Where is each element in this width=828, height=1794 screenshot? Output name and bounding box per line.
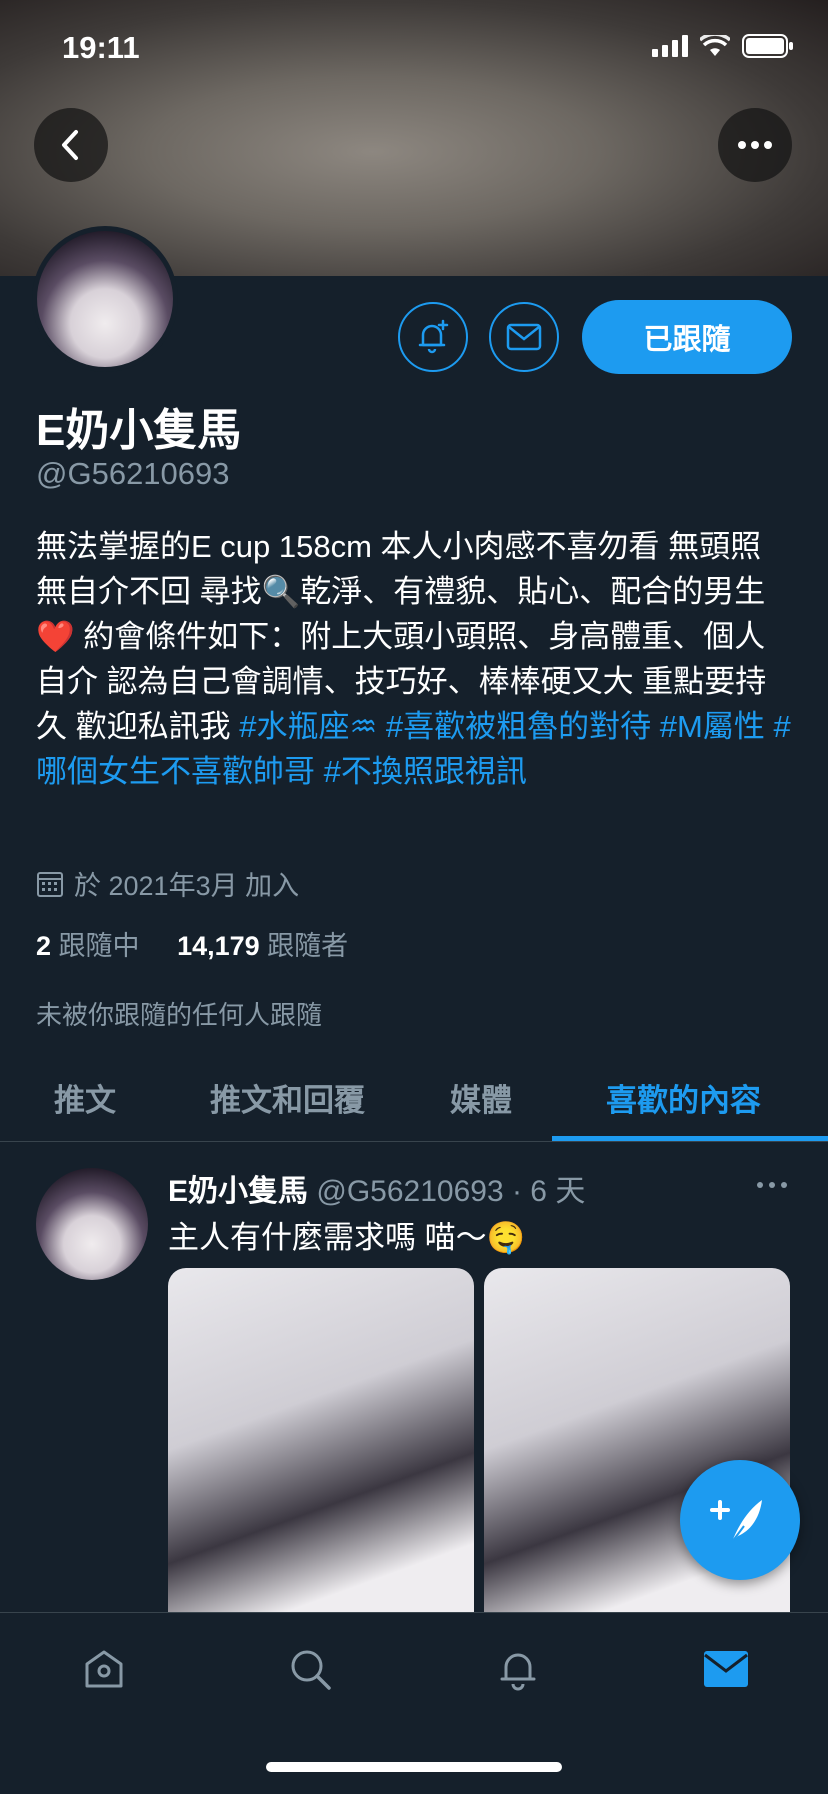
- profile-name: E奶小隻馬: [36, 406, 242, 455]
- following-label: 跟隨中: [58, 931, 140, 961]
- bell-plus-icon: [418, 319, 449, 354]
- bell-icon: [500, 1653, 536, 1691]
- tweet-handle: @G56210693: [316, 1175, 504, 1208]
- tweet-time: · 6 天: [511, 1175, 586, 1208]
- tab-likes[interactable]: 喜歡的內容: [606, 1075, 761, 1120]
- more-button[interactable]: [718, 108, 792, 182]
- mail-icon: [704, 1651, 748, 1687]
- not-followed-note: 未被你跟隨的任何人跟隨: [36, 1000, 323, 1030]
- nav-home[interactable]: [76, 1641, 132, 1697]
- mail-outline-icon: [506, 323, 542, 351]
- followers-label: 跟隨者: [267, 931, 349, 961]
- joined-text: 於 2021年3月 加入: [74, 871, 300, 901]
- back-button[interactable]: [34, 108, 108, 182]
- profile-tabs: 推文 推文和回覆 媒體 喜歡的內容: [0, 1065, 828, 1142]
- more-horizontal-icon: [757, 1182, 787, 1188]
- calendar-icon: [37, 871, 63, 897]
- more-horizontal-icon: [738, 141, 772, 149]
- compose-tweet-button[interactable]: [680, 1460, 800, 1580]
- hashtag-link[interactable]: #喜歡被粗魯的對待: [386, 709, 651, 744]
- home-icon: [85, 1650, 123, 1688]
- following-link[interactable]: 2 跟隨中: [36, 931, 140, 961]
- tweet-more-button[interactable]: [756, 1176, 788, 1194]
- search-icon: [291, 1650, 331, 1690]
- tweet-header: E奶小隻馬 @G56210693 · 6 天: [168, 1166, 585, 1210]
- battery-icon: [742, 34, 793, 58]
- signal-icon: [652, 35, 688, 57]
- tab-tweets-replies[interactable]: 推文和回覆: [210, 1075, 365, 1120]
- tab-tweets[interactable]: 推文: [54, 1075, 116, 1120]
- nav-notifications[interactable]: [490, 1641, 546, 1697]
- nav-messages[interactable]: [698, 1641, 754, 1697]
- hashtag-link[interactable]: #M屬性: [660, 709, 765, 744]
- tweet-text: 主人有什麼需求嗎 喵～🤤: [168, 1220, 526, 1255]
- profile-handle: @G56210693: [36, 456, 230, 491]
- status-time: 19:11: [62, 30, 140, 65]
- active-tab-indicator: [552, 1136, 828, 1141]
- message-button[interactable]: [489, 302, 559, 372]
- following-count: 2: [36, 931, 52, 961]
- joined-date: 於 2021年3月 加入: [36, 864, 299, 903]
- nav-search[interactable]: [282, 1641, 338, 1697]
- tab-media[interactable]: 媒體: [450, 1075, 512, 1120]
- chevron-left-icon: [62, 130, 78, 160]
- hashtag-link[interactable]: #不換照跟視訊: [324, 754, 527, 789]
- notifications-button[interactable]: [398, 302, 468, 372]
- tweet-photo[interactable]: [168, 1268, 474, 1612]
- follow-stats: 2 跟隨中 14,179 跟隨者: [36, 924, 348, 963]
- followers-count: 14,179: [177, 931, 260, 961]
- tweet-avatar[interactable]: [36, 1168, 148, 1280]
- followers-link[interactable]: 14,179 跟隨者: [177, 931, 348, 961]
- status-icons: [652, 34, 794, 58]
- following-button[interactable]: 已跟隨: [582, 300, 792, 374]
- compose-feather-icon: [710, 1500, 762, 1543]
- home-indicator: [266, 1762, 562, 1772]
- hashtag-link[interactable]: #水瓶座♒: [239, 709, 377, 744]
- profile-bio: 無法掌握的E cup 158cm 本人小肉感不喜勿看 無頭照無自介不回 尋找🔍乾…: [36, 524, 792, 794]
- profile-avatar[interactable]: [32, 226, 178, 372]
- wifi-icon: [700, 35, 730, 56]
- tweet-author[interactable]: E奶小隻馬: [168, 1175, 308, 1208]
